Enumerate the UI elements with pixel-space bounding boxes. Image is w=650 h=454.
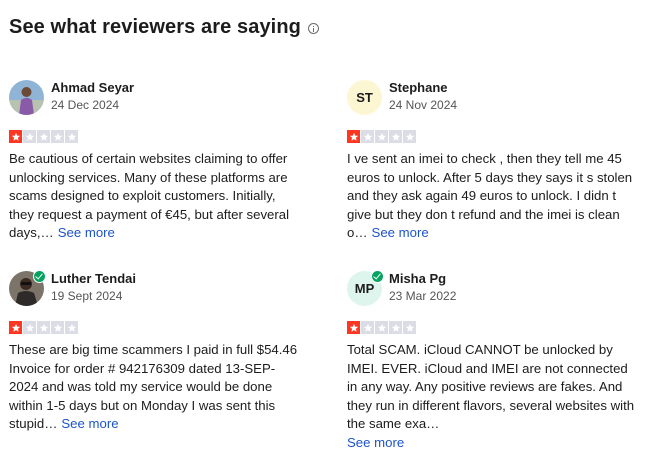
see-more-link[interactable]: See more (61, 416, 118, 431)
review-text: Be cautious of certain websites claiming… (9, 150, 299, 243)
star-empty-icon (389, 321, 402, 334)
star-empty-icon (403, 321, 416, 334)
star-empty-icon (361, 130, 374, 143)
star-rating (347, 130, 637, 143)
review-text: I ve sent an imei to check , then they t… (347, 150, 637, 243)
verified-badge-icon (371, 270, 384, 283)
reviewer-info: ST Stephane 24 Nov 2024 (347, 80, 637, 120)
see-more-link[interactable]: See more (372, 225, 429, 240)
review-text: Total SCAM. iCloud CANNOT be unlocked by… (347, 341, 637, 453)
review-body: Be cautious of certain websites claiming… (9, 151, 290, 241)
star-filled-icon (9, 130, 22, 143)
star-empty-icon (23, 321, 36, 334)
star-empty-icon (51, 130, 64, 143)
star-filled-icon (347, 321, 360, 334)
avatar[interactable]: ST (347, 80, 382, 115)
info-icon[interactable] (307, 23, 319, 34)
review-body: These are big time scammers I paid in fu… (9, 342, 298, 432)
review-body: Total SCAM. iCloud CANNOT be unlocked by… (347, 342, 635, 432)
review-card: ST Stephane 24 Nov 2024 I ve sent an ime… (347, 80, 637, 243)
star-empty-icon (37, 321, 50, 334)
star-rating (347, 321, 637, 334)
star-empty-icon (65, 130, 78, 143)
star-empty-icon (65, 321, 78, 334)
reviewer-name[interactable]: Ahmad Seyar (51, 80, 134, 95)
see-more-link[interactable]: See more (58, 225, 115, 240)
verified-badge-icon (33, 270, 46, 283)
review-date: 24 Dec 2024 (51, 98, 120, 112)
avatar[interactable] (9, 80, 44, 115)
reviewer-info: Ahmad Seyar 24 Dec 2024 (9, 80, 299, 120)
review-date: 24 Nov 2024 (389, 98, 458, 112)
star-rating (9, 130, 299, 143)
reviewer-name[interactable]: Luther Tendai (51, 271, 136, 286)
avatar-photo-icon (9, 80, 44, 115)
see-more-link[interactable]: See more (347, 435, 404, 450)
star-rating (9, 321, 299, 334)
star-empty-icon (361, 321, 374, 334)
reviewer-name[interactable]: Stephane (389, 80, 448, 95)
star-empty-icon (375, 321, 388, 334)
review-text: These are big time scammers I paid in fu… (9, 341, 299, 434)
star-empty-icon (51, 321, 64, 334)
star-filled-icon (9, 321, 22, 334)
section-title: See what reviewers are saying (9, 16, 301, 38)
review-date: 19 Sept 2024 (51, 289, 123, 303)
reviewer-info: Luther Tendai 19 Sept 2024 (9, 270, 299, 311)
review-card: Luther Tendai 19 Sept 2024 These are big… (9, 270, 299, 434)
review-date: 23 Mar 2022 (389, 289, 457, 303)
section-header: See what reviewers are saying (9, 16, 319, 39)
reviewer-name[interactable]: Misha Pg (389, 271, 446, 286)
review-card: Ahmad Seyar 24 Dec 2024 Be cautious of c… (9, 80, 299, 243)
star-empty-icon (403, 130, 416, 143)
reviewer-info: MP Misha Pg 23 Mar 2022 (347, 270, 637, 311)
star-empty-icon (23, 130, 36, 143)
star-filled-icon (347, 130, 360, 143)
star-empty-icon (389, 130, 402, 143)
star-empty-icon (375, 130, 388, 143)
review-card: MP Misha Pg 23 Mar 2022 Total SCAM. iClo… (347, 270, 637, 453)
star-empty-icon (37, 130, 50, 143)
